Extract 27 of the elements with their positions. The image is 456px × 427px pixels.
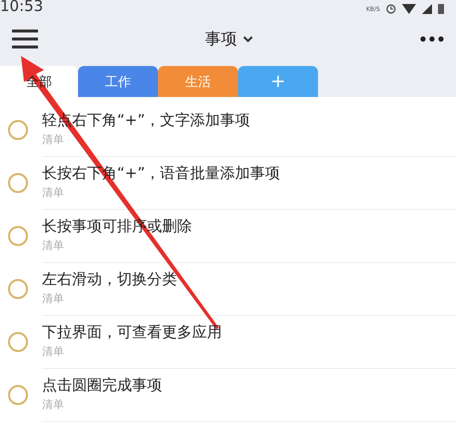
more-icon[interactable] bbox=[420, 36, 444, 42]
item-title: 左右滑动，切换分类 bbox=[42, 270, 178, 289]
complete-circle[interactable] bbox=[8, 120, 28, 140]
chevron-down-icon[interactable] bbox=[243, 36, 253, 42]
complete-circle[interactable] bbox=[8, 278, 28, 298]
item-list-name: 清单 bbox=[42, 185, 65, 200]
item-list-name: 清单 bbox=[42, 291, 65, 306]
menu-icon[interactable] bbox=[12, 29, 38, 49]
category-tab[interactable]: 生活 bbox=[158, 66, 238, 97]
complete-circle[interactable] bbox=[8, 226, 28, 246]
clock-icon bbox=[386, 4, 396, 14]
item-list-name: 清单 bbox=[42, 344, 65, 359]
status-time: 10:53 bbox=[0, 0, 44, 14]
category-tab[interactable]: 工作 bbox=[78, 66, 158, 97]
item-list-name: 清单 bbox=[42, 238, 65, 253]
item-title: 下拉界面，可查看更多应用 bbox=[42, 323, 223, 342]
wifi-icon bbox=[402, 4, 416, 14]
add-tab[interactable]: + bbox=[238, 66, 318, 97]
item-title: 点击圆圈完成事项 bbox=[42, 376, 163, 395]
complete-circle[interactable] bbox=[8, 384, 28, 404]
item-list-name: 清单 bbox=[42, 132, 65, 147]
complete-circle[interactable] bbox=[8, 172, 28, 192]
item-list-name: 清单 bbox=[42, 397, 65, 412]
page-title[interactable]: 事项 bbox=[205, 28, 237, 50]
signal-icon bbox=[422, 4, 432, 14]
battery-icon bbox=[438, 4, 444, 14]
complete-circle[interactable] bbox=[8, 332, 28, 352]
